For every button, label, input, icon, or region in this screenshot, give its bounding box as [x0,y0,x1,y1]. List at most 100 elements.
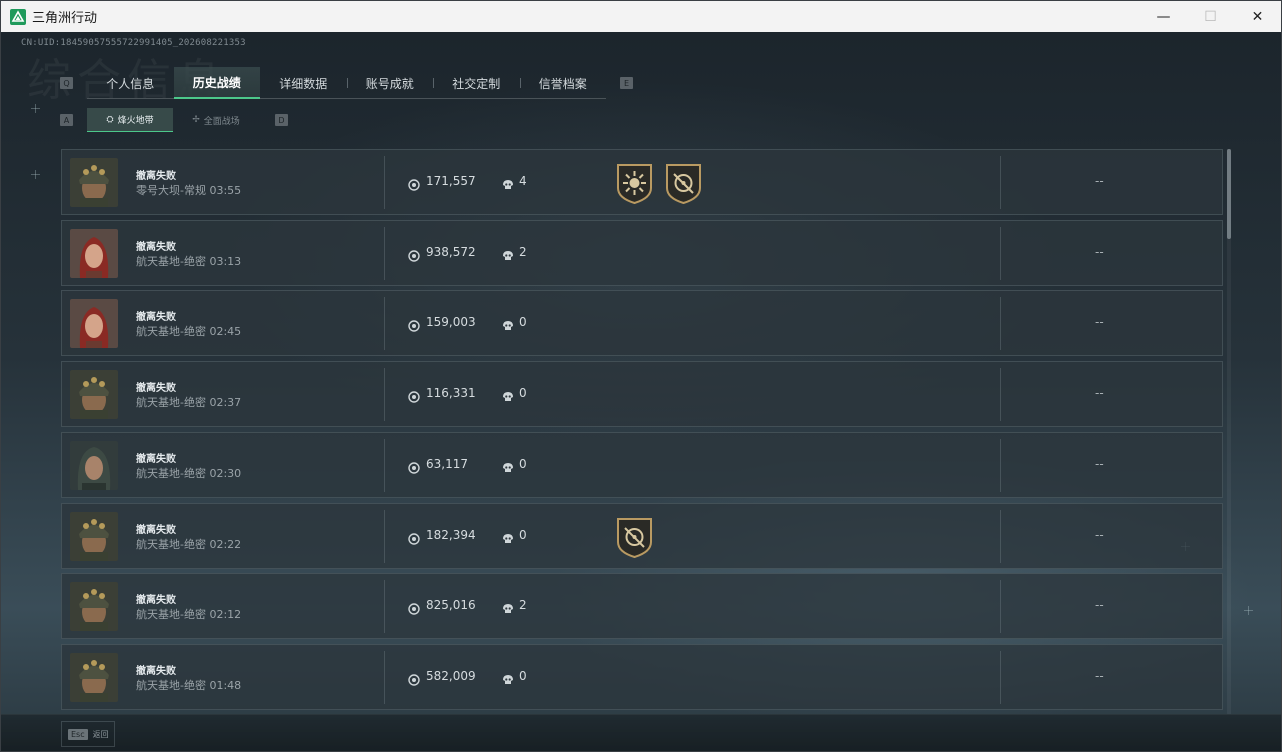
match-history-list: 撤离失败 零号大坝-常规 03:55 171,557 4 -- 撤离失败 航天基地-绝密 0… [61,149,1224,714]
match-map-time: 零号大坝-常规 03:55 [136,184,242,197]
app-logo-icon [10,8,26,25]
kill-count: 0 [519,456,527,471]
mode-subtabs: ⛭ 烽火地带 ✢ 全面战场 [87,108,259,132]
player-uid: CN:UID:18459057555722991405_202608221353 [21,38,246,48]
decor-crosshair-icon [1244,606,1253,615]
subtab-hazard-zone[interactable]: ⛭ 烽火地带 [87,108,173,132]
window-title: 三角洲行动 [32,11,98,26]
list-scrollbar[interactable] [1227,149,1231,714]
subtab-warfare[interactable]: ✢ 全面战场 [173,108,259,132]
match-row[interactable]: 撤离失败 航天基地-绝密 03:13 938,572 2 -- [61,219,1223,286]
coin-icon [408,459,420,474]
coin-icon [408,600,420,615]
match-map-time: 航天基地-绝密 02:30 [136,466,242,480]
divider [384,650,385,704]
divider [384,368,385,422]
match-row[interactable]: 撤离失败 航天基地-绝密 01:48 582,009 0 -- [61,643,1223,710]
coin-icon [408,388,420,403]
maximize-button[interactable]: ☐ [1187,1,1234,32]
match-map-time: 航天基地-绝密 01:48 [136,678,242,692]
loot-value: 116,331 [426,386,476,401]
coin-icon [408,247,420,262]
back-button[interactable]: Esc 返回 [61,721,115,747]
loot-value: 825,016 [426,598,476,613]
kill-count: 0 [519,386,527,401]
match-map-time: 航天基地-绝密 03:13 [136,254,242,268]
match-result: 撤离失败 [136,241,176,253]
bottom-bar: Esc 返回 [1,714,1281,751]
skull-icon [502,600,514,614]
extra-info: -- [1095,244,1104,259]
title-bar[interactable]: 三角洲行动 — ☐ ✕ [1,1,1281,32]
scrollbar-thumb[interactable] [1227,149,1231,239]
tab-credit-record[interactable]: 信誉档案 [519,67,607,99]
match-map-time: 航天基地-绝密 02:12 [136,608,242,622]
match-result: 撤离失败 [136,453,176,465]
tab-social-custom[interactable]: 社交定制 [433,67,520,99]
extra-info: -- [1095,668,1104,683]
subtab-next-key-hint[interactable]: D [275,114,288,126]
decor-crosshair-icon [31,104,40,113]
kill-count: 0 [519,527,527,542]
divider [1000,580,1001,634]
match-row[interactable]: 撤离失败 航天基地-绝密 02:30 63,117 0 -- [61,431,1223,498]
coin-icon [408,530,420,545]
operator-portrait [70,652,118,702]
match-result: 撤离失败 [136,312,176,324]
match-row[interactable]: 撤离失败 航天基地-绝密 02:45 159,003 0 -- [61,290,1223,357]
operator-portrait [70,582,118,632]
match-row[interactable]: 撤离失败 航天基地-绝密 02:12 825,016 2 -- [61,573,1223,640]
kill-count: 0 [519,668,527,683]
tab-match-history[interactable]: 历史战绩 [173,67,260,99]
kill-count: 0 [519,315,527,330]
close-button[interactable]: ✕ [1234,1,1281,32]
extra-info: -- [1095,598,1104,613]
kill-count: 4 [519,174,527,188]
divider [1000,509,1001,563]
crosshair-badge-icon[interactable] [664,162,703,205]
divider [384,297,385,351]
sun-badge-icon[interactable] [615,162,654,205]
loot-value: 182,394 [426,527,476,542]
extra-info: -- [1095,456,1104,471]
match-row[interactable]: 撤离失败 零号大坝-常规 03:55 171,557 4 -- [61,149,1223,215]
tab-next-key-hint[interactable]: E [620,77,633,89]
divider [384,226,385,280]
divider [384,438,385,492]
crosshair-badge-icon[interactable] [615,516,654,558]
campfire-icon: ⛭ [106,114,114,125]
match-row[interactable]: 撤离失败 航天基地-绝密 02:22 182,394 0 -- [61,502,1223,569]
subtab-prev-key-hint[interactable]: A [60,114,73,126]
skull-icon [502,176,514,189]
match-row[interactable]: 撤离失败 航天基地-绝密 02:37 116,331 0 -- [61,361,1223,428]
match-result: 撤离失败 [136,595,176,607]
tab-achievements[interactable]: 账号成就 [346,67,434,99]
tab-personal-info[interactable]: 个人信息 [87,67,174,99]
operator-portrait [70,228,118,278]
loot-value: 582,009 [426,668,476,683]
loot-value: 938,572 [426,244,476,259]
match-result: 撤离失败 [136,383,176,395]
battlefield-icon: ✢ [192,115,200,125]
skull-icon [502,388,514,402]
game-content: 综合信息 CN:UID:18459057555722991405_2026082… [1,32,1281,751]
operator-portrait [70,440,118,490]
coin-icon [408,176,420,191]
extra-info: -- [1095,527,1104,542]
subtab-label: 烽火地带 [117,116,154,126]
match-result: 撤离失败 [136,665,176,677]
tab-detailed-data[interactable]: 详细数据 [260,67,347,99]
minimize-button[interactable]: — [1140,1,1187,32]
divider [1000,226,1001,280]
extra-info: -- [1095,315,1104,330]
operator-portrait [70,158,118,207]
esc-key-icon: Esc [68,728,88,740]
divider [1000,297,1001,351]
kill-count: 2 [519,244,527,259]
divider [1000,368,1001,422]
coin-icon [408,317,420,333]
loot-value: 63,117 [426,456,468,471]
skull-icon [502,671,514,684]
divider [384,580,385,634]
tab-prev-key-hint[interactable]: Q [60,77,73,89]
